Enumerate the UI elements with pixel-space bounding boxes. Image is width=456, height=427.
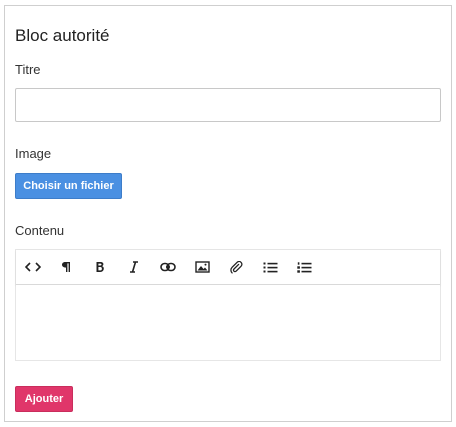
bullet-list-icon[interactable]: [259, 258, 281, 276]
numbered-list-icon[interactable]: [293, 258, 315, 276]
paperclip-icon[interactable]: [225, 258, 247, 276]
bold-icon[interactable]: [89, 258, 111, 276]
link-icon[interactable]: [157, 258, 179, 276]
editor-toolbar: [16, 250, 440, 285]
authority-block-form: Bloc autorité Titre Image Choisir un fic…: [4, 5, 452, 422]
rich-text-editor: [15, 249, 441, 361]
contenu-label: Contenu: [15, 223, 65, 238]
add-button[interactable]: Ajouter: [15, 386, 73, 412]
code-icon[interactable]: [22, 258, 44, 276]
titre-input[interactable]: [15, 88, 441, 122]
image-icon[interactable]: [191, 258, 213, 276]
italic-icon[interactable]: [123, 258, 145, 276]
titre-label: Titre: [15, 62, 41, 77]
choose-file-button[interactable]: Choisir un fichier: [15, 173, 122, 199]
editor-content-area[interactable]: [16, 285, 440, 360]
form-title: Bloc autorité: [15, 26, 110, 45]
paragraph-icon[interactable]: [55, 258, 77, 276]
image-label: Image: [15, 146, 52, 161]
